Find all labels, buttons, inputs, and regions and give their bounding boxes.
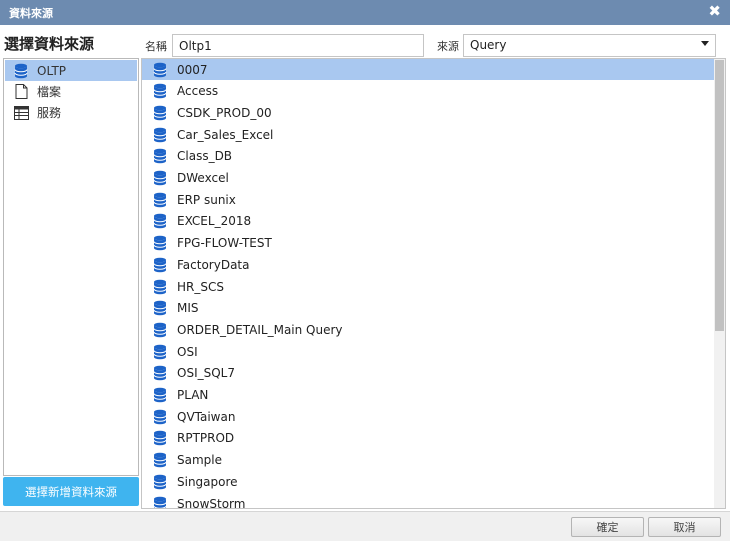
list-item[interactable]: QVTaiwan xyxy=(142,406,715,427)
list-item[interactable]: RPTPROD xyxy=(142,428,715,449)
list-item-label: FPG-FLOW-TEST xyxy=(177,236,272,251)
list-item-label: Car_Sales_Excel xyxy=(177,127,274,142)
source-type-panel: OLTP 檔案 服務 xyxy=(3,58,139,476)
list-item-label: FactoryData xyxy=(177,257,250,272)
list-item[interactable]: MIS xyxy=(142,298,715,319)
data-source-list: 0007 Access CSDK_PROD_00 Car_Sales_Excel… xyxy=(141,58,726,509)
list-item-label: Sample xyxy=(177,453,222,468)
list-item-label: Class_DB xyxy=(177,149,233,164)
database-icon xyxy=(152,62,168,78)
database-icon xyxy=(152,430,168,446)
list-item-label: MIS xyxy=(177,301,199,316)
list-item[interactable]: FPG-FLOW-TEST xyxy=(142,233,715,254)
list-item-label: 0007 xyxy=(177,62,208,77)
database-icon xyxy=(152,409,168,425)
list-item-label: OSI xyxy=(177,344,198,359)
database-icon xyxy=(152,192,168,208)
list-item[interactable]: PLAN xyxy=(142,385,715,406)
list-item[interactable]: CSDK_PROD_00 xyxy=(142,102,715,123)
dialog-footer: 確定 取消 xyxy=(0,511,730,541)
add-data-source-button[interactable]: 選擇新增資料來源 xyxy=(3,477,139,506)
database-icon xyxy=(152,148,168,164)
name-input[interactable] xyxy=(172,34,424,57)
source-type-label: 服務 xyxy=(37,106,62,120)
list-item[interactable]: Class_DB xyxy=(142,146,715,167)
source-type-oltp[interactable]: OLTP xyxy=(5,60,137,81)
list-item[interactable]: 0007 xyxy=(142,59,715,80)
list-item[interactable]: ERP sunix xyxy=(142,189,715,210)
list-item-label: Singapore xyxy=(177,474,238,489)
database-icon xyxy=(152,105,168,121)
close-icon[interactable]: ✖ xyxy=(708,2,721,20)
database-icon xyxy=(152,452,168,468)
database-icon xyxy=(152,344,168,360)
list-item-label: EXCEL_2018 xyxy=(177,214,252,229)
source-label: 來源 xyxy=(437,40,459,53)
list-item[interactable]: Sample xyxy=(142,450,715,471)
list-item[interactable]: HR_SCS xyxy=(142,276,715,297)
ok-button[interactable]: 確定 xyxy=(571,517,644,537)
database-icon xyxy=(152,322,168,338)
list-item-label: RPTPROD xyxy=(177,431,235,446)
source-type-label: 檔案 xyxy=(37,85,62,99)
list-scrollbar[interactable] xyxy=(714,59,725,508)
database-icon xyxy=(152,235,168,251)
source-select[interactable]: Query xyxy=(463,34,716,57)
database-icon xyxy=(152,474,168,490)
list-item[interactable]: OSI_SQL7 xyxy=(142,363,715,384)
database-icon xyxy=(13,63,29,79)
list-item-label: QVTaiwan xyxy=(177,409,236,424)
database-icon xyxy=(152,279,168,295)
list-item-label: OSI_SQL7 xyxy=(177,366,235,381)
list-item[interactable]: DWexcel xyxy=(142,168,715,189)
list-item[interactable]: FactoryData xyxy=(142,254,715,275)
database-icon xyxy=(152,387,168,403)
source-type-file[interactable]: 檔案 xyxy=(5,81,137,102)
list-item[interactable]: SnowStorm xyxy=(142,493,715,509)
list-item-label: ORDER_DETAIL_Main Query xyxy=(177,322,343,337)
database-icon xyxy=(152,257,168,273)
service-icon xyxy=(13,105,29,121)
database-icon xyxy=(152,496,168,508)
dialog-titlebar: 資料來源 ✖ xyxy=(0,0,730,25)
source-type-service[interactable]: 服務 xyxy=(5,102,137,123)
name-label: 名稱 xyxy=(145,40,167,53)
database-icon xyxy=(152,83,168,99)
list-item[interactable]: Car_Sales_Excel xyxy=(142,124,715,145)
list-item-label: DWexcel xyxy=(177,171,229,185)
dialog-title: 資料來源 xyxy=(9,7,53,20)
list-item[interactable]: OSI xyxy=(142,341,715,362)
list-item-label: HR_SCS xyxy=(177,279,224,294)
list-item[interactable]: Singapore xyxy=(142,471,715,492)
list-item-label: PLAN xyxy=(177,388,209,402)
database-icon xyxy=(152,365,168,381)
list-item[interactable]: EXCEL_2018 xyxy=(142,211,715,232)
left-panel-heading: 選擇資料來源 xyxy=(4,35,95,53)
source-type-label: OLTP xyxy=(37,63,67,78)
database-icon xyxy=(152,127,168,143)
list-item[interactable]: ORDER_DETAIL_Main Query xyxy=(142,319,715,340)
list-item-label: SnowStorm xyxy=(177,496,246,509)
database-icon xyxy=(152,300,168,316)
scrollbar-thumb[interactable] xyxy=(715,60,724,331)
database-icon xyxy=(152,170,168,186)
chevron-down-icon xyxy=(701,41,709,46)
list-item[interactable]: Access xyxy=(142,81,715,102)
cancel-button[interactable]: 取消 xyxy=(648,517,721,537)
database-icon xyxy=(152,213,168,229)
file-icon xyxy=(13,84,29,100)
source-select-value: Query xyxy=(470,38,507,52)
list-item-label: Access xyxy=(177,84,219,99)
list-item-label: ERP sunix xyxy=(177,192,236,207)
list-item-label: CSDK_PROD_00 xyxy=(177,105,272,120)
